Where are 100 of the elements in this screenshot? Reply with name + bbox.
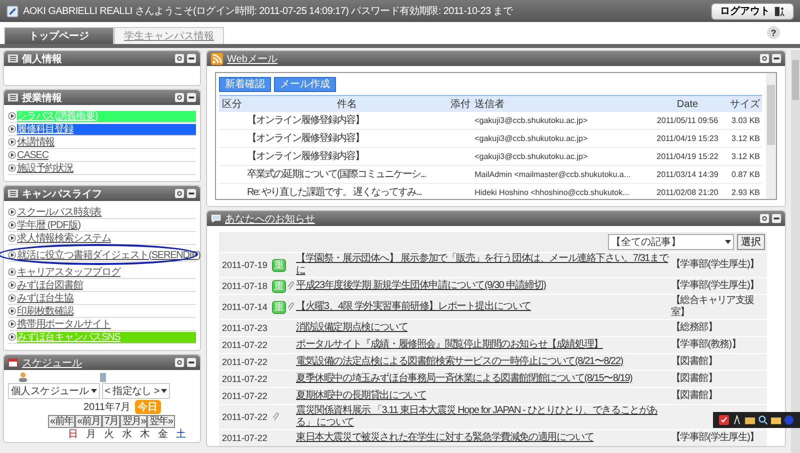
weekday-label: 水 [122, 429, 132, 440]
sidebar-link[interactable]: 休講情報 [17, 136, 196, 148]
table-cell: 3.12 KB [732, 152, 760, 160]
sidebar-link[interactable]: キャリアスタッフブログ [17, 266, 196, 278]
minimize-icon[interactable] [187, 358, 196, 367]
caret-icon [725, 240, 731, 244]
table-cell: 3.12 KB [732, 134, 760, 142]
welcome-text: AOKI GABRIELLI REALLI さんようこそ(ログイン時間: 2011-07-25 14:09:17) パスワード有効期限: 2011-10-23 まで [23, 4, 514, 18]
calendar-nav-button[interactable]: 翌月» [121, 416, 146, 427]
weekday-label: 金 [158, 429, 168, 440]
column-header: サイズ [724, 96, 762, 112]
department-text: 【学事部(学生厚生)】 [671, 432, 759, 443]
play-icon [8, 151, 16, 159]
date-text: 2011-07-23 [221, 322, 268, 334]
sidebar-link[interactable]: 求人情報検索システム [17, 232, 196, 244]
list-icon [8, 54, 18, 63]
notice-link[interactable]: 震災関係資料展示 「3.11 東日本大震災 Hope for JAPAN - ひとりひとり、できることがある」 について [296, 405, 671, 429]
exit-icon [774, 6, 785, 16]
play-icon [8, 221, 16, 229]
scrollbar[interactable] [766, 73, 776, 199]
sidebar-link[interactable]: 履修科目登録 [17, 124, 196, 134]
department-text: 【図書館】 [671, 373, 718, 384]
department-text: 【総合キャリア支援室】 [671, 295, 754, 318]
notice-link[interactable]: 【火曜3、4限 学外実習事前研修】レポート提出について [296, 301, 671, 313]
list-icon [8, 93, 18, 102]
refresh-icon[interactable] [175, 189, 184, 198]
notice-link[interactable]: 夏期休暇中の長期貸出について [296, 390, 671, 402]
select-button[interactable]: 選択 [737, 234, 765, 250]
sidebar-link[interactable]: スクールバス時刻表 [17, 206, 196, 218]
table-cell: 2011/02/08 21:20 [656, 188, 718, 196]
panel-title[interactable]: スケジュール [22, 356, 171, 370]
table-cell: 【オンライン履修登録内容】 [247, 150, 364, 162]
sidebar-link[interactable]: みずほ台生協 [17, 292, 196, 304]
refresh-icon[interactable] [760, 214, 769, 223]
notice-link[interactable]: 電気設備の法定点検による図書館検索サービスの一時停止について(8/21〜8/22) [296, 356, 671, 368]
table-cell: 2011/03/14 14:39 [656, 170, 718, 178]
notice-link[interactable]: 平成23年度後学期 新規学生団体申請について(9/30 申請締切) [296, 280, 671, 292]
weekday-label: 月 [86, 429, 96, 440]
table-cell: 2011/04/19 15:23 [656, 134, 718, 142]
logout-button[interactable]: ログアウト [711, 2, 794, 20]
panel-title: 授業情報 [22, 92, 63, 104]
panel-title[interactable]: Webメール [227, 52, 756, 66]
date-text: 2011-07-22 [221, 356, 268, 368]
notice-link[interactable]: 消防設備定期点検について [296, 322, 671, 334]
refresh-icon[interactable] [175, 93, 184, 102]
refresh-icon[interactable] [175, 358, 184, 367]
notice-link[interactable]: 【学園祭・展示団体へ】 展示参加で「販売」を行う団体は、メール連絡下さい。7/31までに [296, 253, 671, 277]
refresh-icon[interactable] [175, 54, 184, 63]
play-icon [8, 125, 16, 133]
play-icon [8, 208, 16, 216]
panel-title: 個人情報 [22, 52, 63, 66]
target-select[interactable]: < 指定なし > [102, 383, 170, 399]
play-icon [8, 333, 16, 341]
notice-link[interactable]: ポータルサイト『成績・履修照会』閲覧停止期間のお知らせ【成績処理】 [296, 339, 671, 351]
minimize-icon[interactable] [187, 93, 196, 102]
play-icon [8, 268, 16, 276]
column-header: Date [650, 96, 724, 112]
notice-link[interactable]: 東日本大震災で被災された在学生に対する緊急学費減免の適用について [296, 432, 671, 444]
play-icon [8, 138, 16, 146]
important-badge: 重 [272, 280, 286, 292]
sidebar-link[interactable]: 印刷枚数確認 [17, 306, 196, 316]
calendar-nav-button[interactable]: «前月 [76, 416, 102, 427]
tab[interactable]: トップページ [4, 27, 114, 44]
sidebar-link[interactable]: みずほ台図書館 [17, 280, 196, 290]
date-text: 2011-07-22 [221, 390, 268, 402]
calendar-nav-button[interactable]: «前年 [49, 416, 74, 427]
calendar-nav-button[interactable]: 翌年» [148, 416, 174, 427]
refresh-icon[interactable] [760, 54, 769, 63]
department-text: 【図書館】 [671, 390, 718, 401]
minimize-icon[interactable] [187, 189, 196, 198]
notice-link[interactable]: 夏季休暇中の埼玉みずほ台事務局一斉休業による図書館閉館について(8/15〜8/19) [296, 373, 671, 385]
calendar-nav-button[interactable]: 7月 [103, 416, 120, 427]
caret-icon [161, 389, 168, 393]
play-icon [8, 251, 16, 259]
table-cell: Re: やり直した課題です。 遅くなってすみ... [247, 186, 422, 198]
help-icon[interactable]: ? [767, 26, 780, 39]
filter-select[interactable]: 【全ての記事】 [608, 234, 734, 250]
play-icon [8, 320, 16, 328]
minimize-icon[interactable] [772, 214, 781, 223]
sidebar-link[interactable]: CASEC [17, 150, 196, 160]
page-scrollbar[interactable] [791, 50, 800, 453]
date-text: 2011-07-22 [221, 339, 268, 351]
sidebar-link[interactable]: 携帯用ポータルサイト [17, 318, 196, 330]
weekday-label: 火 [104, 429, 114, 440]
weekday-label: 日 [68, 429, 78, 440]
schedule-select[interactable]: 個人スケジュール [8, 383, 100, 399]
check-icon[interactable] [719, 415, 729, 425]
month-label: 2011年7月 [83, 401, 131, 414]
weekday-label: 木 [140, 429, 150, 440]
minimize-icon[interactable] [772, 54, 781, 63]
panel-title[interactable]: あなたへのお知らせ [225, 212, 756, 226]
table-cell: 2.93 KB [732, 188, 760, 196]
minimize-icon[interactable] [187, 54, 196, 63]
important-badge: 重 [272, 300, 286, 314]
play-icon [8, 294, 16, 302]
search-icon[interactable] [758, 415, 768, 425]
table-cell: 3.03 KB [732, 116, 760, 124]
sidebar-link[interactable]: 施設予約状況 [17, 162, 196, 174]
speech-bubble-icon [211, 214, 221, 223]
sidebar-link[interactable]: 学年暦 (PDF版) [17, 220, 196, 230]
